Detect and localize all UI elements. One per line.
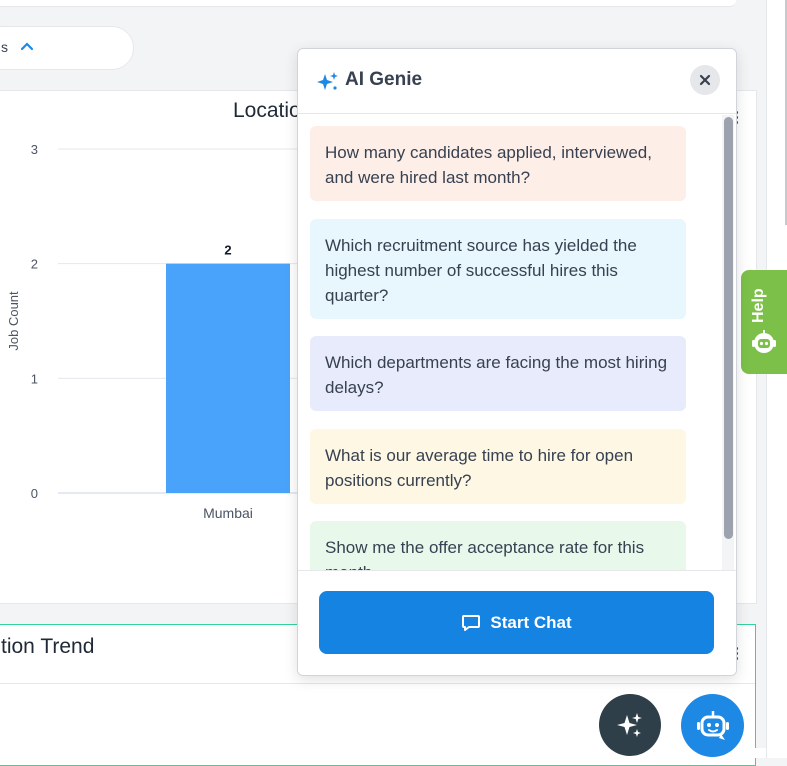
bottom-strip [0,748,766,758]
sparkle-icon [617,713,642,737]
start-chat-button[interactable]: Start Chat [319,591,714,654]
data-label: 2 [224,243,231,258]
suggestion-item[interactable]: Which departments are facing the most hi… [310,336,686,411]
ai-sparkle-button[interactable] [599,694,661,756]
filter-pill-label: s [1,39,8,55]
y-axis-label: Job Count [6,291,21,351]
y-tick-label: 0 [31,486,38,501]
y-tick-label: 1 [31,371,38,386]
panel-title: AI Genie [345,69,423,90]
panel-footer: Start Chat [298,570,736,675]
suggestion-item[interactable]: What is our average time to hire for ope… [310,429,686,504]
bar [166,263,290,493]
bot-icon [696,710,729,740]
support-bot-icon [752,330,776,353]
chat-icon [462,614,481,631]
close-button[interactable] [690,65,720,95]
divider [0,683,755,684]
filter-pill[interactable]: s [0,26,134,70]
page-scrollbar[interactable] [766,0,787,758]
location-bar-chart: 0 1 2 3 Job Count 2 Mumbai [6,142,300,521]
sparkle-icon [317,72,338,90]
ai-genie-panel: AI Genie How many candidates applied, in… [297,48,737,676]
close-icon [699,74,711,86]
panel-scrollbar-thumb[interactable] [724,117,733,539]
y-tick-label: 3 [31,142,38,157]
suggestion-item[interactable]: Which recruitment source has yielded the… [310,219,686,319]
help-label: Help [750,288,767,324]
suggestion-item[interactable]: How many candidates applied, interviewed… [310,126,686,201]
top-bar [0,0,736,7]
chevron-up-icon[interactable] [19,39,35,55]
help-tab[interactable]: Help [741,270,787,374]
trend-card-title: tion Trend [1,635,95,658]
start-chat-label: Start Chat [490,612,572,632]
suggestion-list: How many candidates applied, interviewed… [298,114,736,570]
x-tick-label: Mumbai [203,505,253,521]
suggestion-item[interactable]: Show me the offer acceptance rate for th… [310,521,686,570]
y-tick-label: 2 [31,257,38,272]
panel-header: AI Genie [298,49,736,114]
chat-bot-button[interactable] [681,694,744,757]
